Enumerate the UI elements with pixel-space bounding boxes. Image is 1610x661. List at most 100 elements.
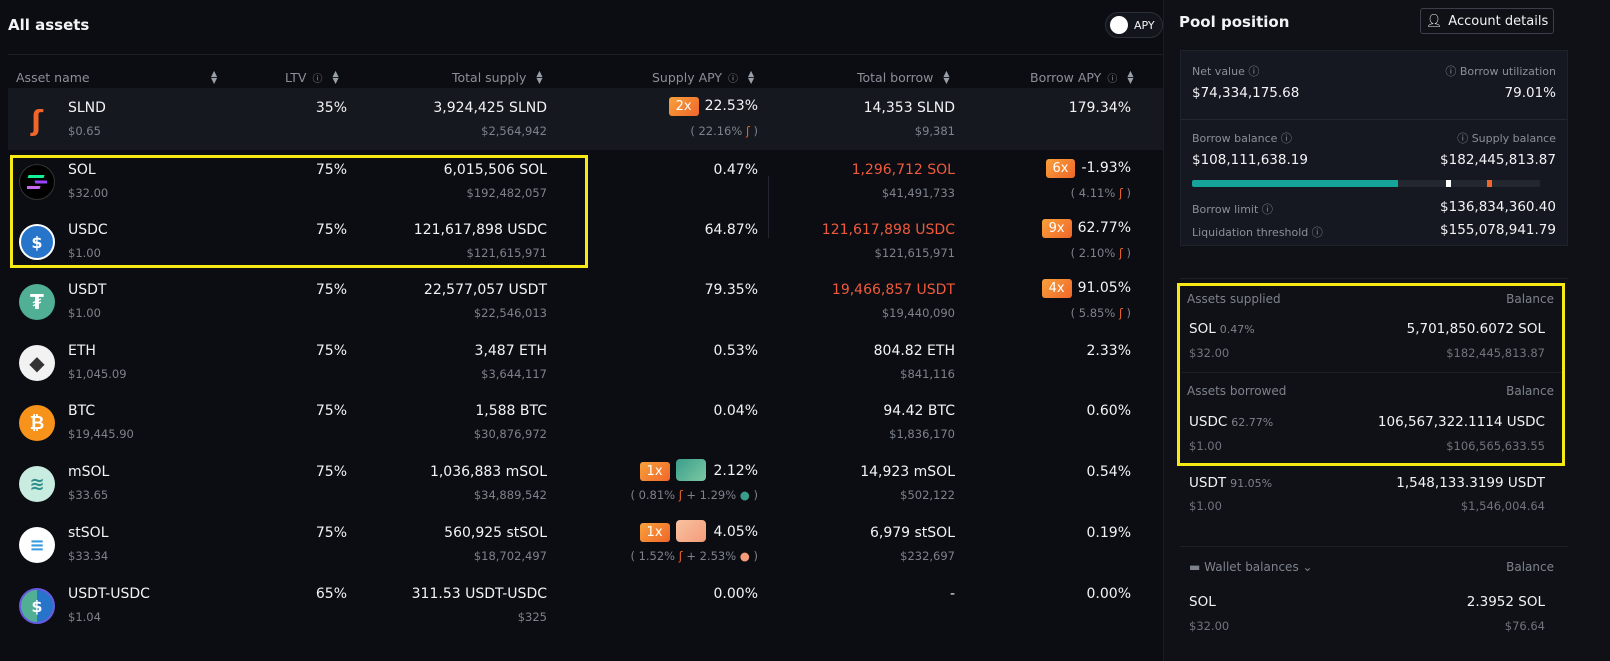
user-icon: 👤︎ [1425, 13, 1443, 29]
asset-price: $1,045.09 [68, 367, 127, 381]
table-row[interactable]: ≡ stSOL $33.34 75% 560,925 stSOL $18,702… [8, 513, 1163, 575]
reward-multiplier-badge[interactable]: 9x [1041, 219, 1072, 238]
header-total-supply[interactable]: Total supply ▲ ▼ [452, 66, 543, 88]
liquidation-marker [1487, 180, 1492, 187]
supply-balance: $182,445,813.87 [1440, 152, 1556, 168]
supply-apy-base: ( 1.52% [630, 549, 676, 563]
table-row[interactable]: ʃ SLND $0.65 35% 3,924,425 SLND $2,564,9… [8, 88, 1163, 150]
asset-usd: $1,546,004.64 [1460, 499, 1545, 513]
header-label: Borrow APY [1030, 69, 1102, 85]
borrow-apy: 0.00% [1086, 586, 1131, 602]
ldo-reward-icon[interactable] [675, 520, 706, 542]
total-borrow: 1,296,712 SOL [851, 162, 955, 178]
pool-position-panel: Pool position 👤︎ Account details Net val… [1163, 0, 1610, 661]
reward-multiplier-badge[interactable]: 1x [639, 523, 670, 542]
reward-multiplier-badge[interactable]: 1x [639, 462, 670, 481]
slnd-icon: ʃ [31, 103, 43, 137]
table-row[interactable]: $ USDT-USDC $1.04 65% 311.53 USDT-USDC $… [8, 574, 1163, 636]
asset-name: SOL [1189, 594, 1216, 610]
sort-asset-name[interactable]: ▲ ▼ [207, 66, 217, 88]
asset-price: $19,445.90 [68, 427, 134, 441]
total-supply-usd: $18,702,497 [473, 549, 547, 563]
slnd-reward-icon: ʃ [678, 488, 683, 502]
total-supply-usd: $3,644,117 [481, 367, 547, 381]
info-icon[interactable]: ⓘ [1457, 132, 1468, 145]
balance-label: Balance [1506, 560, 1554, 574]
asset-price: $1.00 [68, 306, 101, 320]
slnd-reward-icon: ʃ [678, 549, 683, 563]
header-label: LTV [285, 69, 307, 85]
slnd-reward-icon: ʃ [745, 124, 750, 138]
supply-apy: 2.12% [713, 463, 758, 479]
table-row[interactable]: ≋ mSOL $33.65 75% 1,036,883 mSOL $34,889… [8, 452, 1163, 514]
header-borrow-apy[interactable]: Borrow APY ⓘ ▲ ▼ [1030, 66, 1133, 88]
supply-apy: 64.87% [704, 222, 758, 238]
info-icon[interactable]: ⓘ [1312, 226, 1323, 239]
account-details-button[interactable]: 👤︎ Account details [1420, 8, 1554, 34]
header-total-borrow[interactable]: Total borrow ▲ ▼ [857, 66, 950, 88]
header-supply-apy[interactable]: Supply APY ⓘ ▲ ▼ [652, 66, 754, 88]
mnde-reward-icon[interactable] [675, 459, 706, 481]
info-icon[interactable]: ⓘ [1262, 203, 1273, 216]
info-icon[interactable]: ⓘ [1107, 70, 1117, 85]
borrow-apy-base: ( 4.11% [1070, 186, 1116, 200]
asset-usd: $76.64 [1504, 619, 1545, 633]
total-borrow-usd: $232,697 [900, 549, 955, 563]
position-summary-card: Net value ⓘ $74,334,175.68 ⓘ Borrow util… [1180, 50, 1568, 246]
supply-apy-extra: + 1.29% [686, 488, 737, 502]
asset-price: $32.00 [1189, 619, 1230, 633]
table-row[interactable]: ₮ USDT $1.00 75% 22,577,057 USDT $22,546… [8, 270, 1163, 332]
total-supply-usd: $30,876,972 [473, 427, 547, 441]
borrow-apy: 62.77% [1077, 220, 1131, 236]
sort-icon: ▲ ▼ [332, 69, 339, 85]
borrow-utilization: 79.01% [1504, 85, 1556, 101]
slnd-reward-icon: ʃ [1118, 306, 1123, 320]
liquidation-threshold-label: Liquidation threshold ⓘ [1192, 226, 1323, 239]
apy-toggle[interactable]: APY [1105, 12, 1163, 38]
supply-apy: 0.53% [713, 343, 758, 359]
total-borrow: 94.42 BTC [883, 403, 955, 419]
ltv-value: 75% [315, 403, 347, 419]
reward-multiplier-badge[interactable]: 6x [1045, 159, 1076, 178]
total-borrow: 14,923 mSOL [860, 464, 955, 480]
reward-multiplier-badge[interactable]: 4x [1041, 279, 1072, 298]
info-icon[interactable]: ⓘ [1281, 132, 1292, 145]
info-icon[interactable]: ⓘ [1248, 65, 1259, 78]
sort-icon: ▲ ▼ [943, 69, 950, 85]
total-borrow: - [949, 586, 955, 602]
borrow-apy: 0.54% [1086, 464, 1131, 480]
total-borrow-usd: $19,440,090 [881, 306, 955, 320]
supply-apy-base: ( 0.81% [630, 488, 676, 502]
btc-icon: ₿ [19, 405, 55, 441]
borrow-limit-marker [1446, 180, 1451, 187]
header-ltv[interactable]: LTV ⓘ ▲ ▼ [285, 66, 339, 88]
wallet-label: Wallet balances [1204, 560, 1299, 574]
table-row[interactable]: ◆ ETH $1,045.09 75% 3,487 ETH $3,644,117… [8, 331, 1163, 393]
info-icon[interactable]: ⓘ [728, 70, 738, 85]
borrow-apy-base: ( 2.10% [1070, 246, 1116, 260]
total-borrow-usd: $841,116 [900, 367, 955, 381]
supply-apy: 0.47% [713, 162, 758, 178]
ltv-value: 35% [315, 100, 347, 116]
borrow-apy: -1.93% [1081, 160, 1131, 176]
supply-apy: 22.53% [704, 98, 758, 114]
borrow-apy-base: ( 5.85% [1070, 306, 1116, 320]
borrow-balance: $108,111,638.19 [1192, 152, 1308, 168]
borrow-limit: $136,834,360.40 [1440, 199, 1556, 215]
asset-apy: 91.05% [1230, 477, 1273, 490]
info-icon[interactable]: ⓘ [312, 70, 322, 85]
total-supply-usd: $325 [517, 610, 547, 624]
divider [768, 176, 769, 238]
wallet-balances-toggle[interactable]: ▬ Wallet balances ⌄ [1189, 560, 1313, 574]
total-borrow: 14,353 SLND [863, 100, 955, 116]
supply-apy: 0.00% [713, 586, 758, 602]
table-row[interactable]: ₿ BTC $19,445.90 75% 1,588 BTC $30,876,9… [8, 391, 1163, 453]
total-supply-usd: $34,889,542 [473, 488, 547, 502]
header-asset-name[interactable]: Asset name [16, 66, 90, 88]
reward-multiplier-badge[interactable]: 2x [668, 97, 699, 116]
supply-apy-extra: + 2.53% [686, 549, 737, 563]
borrow-apy: 0.60% [1086, 403, 1131, 419]
info-icon[interactable]: ⓘ [1445, 65, 1456, 78]
divider [1180, 546, 1568, 547]
total-borrow-usd: $9,381 [914, 124, 955, 138]
